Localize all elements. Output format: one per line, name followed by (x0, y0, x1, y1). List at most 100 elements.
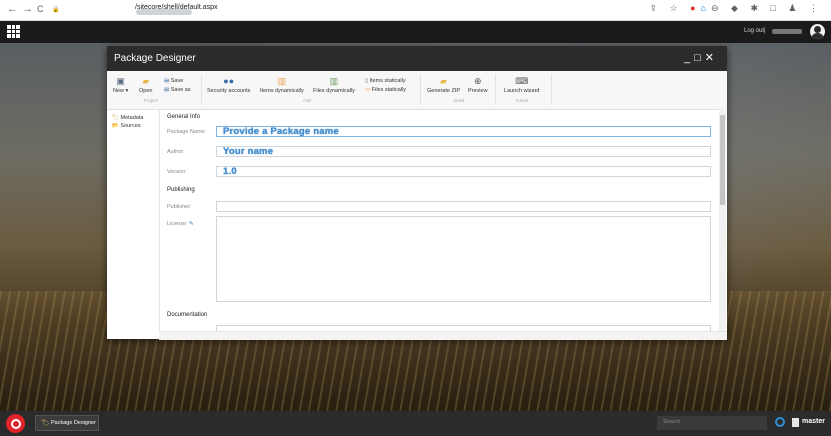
files-static-icon: ▭ (365, 87, 371, 93)
items-statically-label: Items statically (369, 78, 406, 84)
files-statically-label: Files statically (371, 87, 406, 93)
scrollbar-thumb[interactable] (720, 115, 725, 205)
database-label[interactable]: master (802, 418, 825, 425)
left-navigation: 🏷 Metadata 📂 Sources (107, 109, 160, 339)
open-button[interactable]: ▰ Open (139, 76, 152, 94)
security-accounts-label: Security accounts (207, 88, 251, 94)
items-static-icon: ▯ (365, 78, 369, 84)
folder-icon: ▰ (142, 76, 150, 86)
avatar[interactable] (810, 24, 825, 39)
preview-label: Preview (468, 88, 488, 94)
maximize-button[interactable]: □ (694, 52, 705, 64)
files-dynamically-label: Files dynamically (313, 88, 355, 94)
back-icon[interactable]: ← (7, 3, 18, 15)
window-controls: _□✕ (684, 51, 718, 64)
window-title: Package Designer (114, 53, 196, 64)
items-statically-button[interactable]: ▯ Items statically (365, 78, 406, 84)
save-button[interactable]: ▤ Save (164, 78, 183, 84)
form-scrollbar[interactable] (719, 109, 726, 331)
license-label: License: ✎ (167, 221, 194, 227)
taskbar-item-label: Package Designer (51, 420, 96, 426)
folder-icon: 📂 (112, 123, 119, 129)
save-label: Save (170, 78, 184, 84)
generate-zip-label: Generate ZIP (427, 88, 461, 94)
license-textarea[interactable] (216, 216, 711, 302)
license-label-text: License: (167, 221, 188, 227)
forward-icon[interactable]: → (22, 3, 33, 15)
ribbon-separator (551, 75, 552, 105)
package-designer-window: Package Designer _□✕ ▣ New ▾ ▰ Open ▤ Sa… (107, 46, 727, 340)
version-field[interactable]: 1.0 (216, 166, 711, 177)
topbar-separator: | (764, 28, 766, 34)
new-icon: ▣ (116, 76, 125, 86)
taskbar-package-designer[interactable]: 🏷 Package Designer (35, 415, 99, 431)
items-dynamically-button[interactable]: ▥ Items dynamically (260, 76, 304, 94)
metadata-form: General Info Package Name: Provide a Pac… (160, 109, 720, 331)
ribbon: ▣ New ▾ ▰ Open ▤ Save ▤ Save as Project … (107, 71, 727, 110)
launchpad-grid-icon[interactable] (7, 25, 20, 38)
save-as-label: Save as (170, 87, 191, 93)
files-dynamic-icon: ▥ (329, 76, 339, 86)
zip-icon: ▰ (440, 76, 447, 86)
ribbon-separator (495, 75, 496, 105)
files-statically-button[interactable]: ▭ Files statically (365, 87, 406, 93)
new-label: New ▾ (113, 88, 129, 94)
group-project-label: Project (144, 98, 159, 103)
preview-icon: ⊕ (474, 76, 482, 86)
window-titlebar[interactable]: Package Designer _□✕ (107, 46, 727, 71)
sidebar-item-label: Metadata (120, 115, 144, 121)
group-add-label: Add (303, 98, 312, 103)
open-label: Open (139, 88, 153, 94)
sitecore-top-bar: Log out | (0, 21, 831, 43)
publisher-field[interactable] (216, 201, 711, 212)
sidebar-item-metadata[interactable]: 🏷 Metadata (112, 115, 143, 121)
package-designer-icon: 🏷 (41, 420, 50, 427)
save-as-button[interactable]: ▤ Save as (164, 87, 191, 93)
tag-icon: 🏷 (112, 115, 119, 121)
extension-red-icon[interactable]: ● (690, 3, 700, 13)
group-install-label: Install (516, 98, 528, 103)
ribbon-separator (420, 75, 421, 105)
url-path[interactable]: /sitecore/shell/default.aspx (135, 4, 218, 11)
minimize-button[interactable]: _ (684, 52, 694, 64)
author-value: Your name (223, 146, 274, 157)
new-button[interactable]: ▣ New ▾ (113, 76, 128, 94)
sitecore-taskbar: 🏷 Package Designer Search master (0, 411, 831, 436)
publisher-label: Publisher: (167, 204, 192, 210)
browser-toolbar: ← → C 🔒 /sitecore/shell/default.aspx ⇪ ☆… (0, 0, 831, 21)
save-as-icon: ▤ (164, 87, 170, 93)
author-field[interactable]: Your name (216, 146, 711, 157)
package-name-field[interactable]: Provide a Package name (216, 126, 711, 137)
author-label: Author: (167, 149, 185, 155)
database-icon[interactable] (792, 418, 799, 427)
package-name-value: Provide a Package name (223, 126, 339, 137)
search-placeholder: Search (663, 419, 681, 425)
sidebar-item-label: Sources (120, 123, 141, 129)
security-accounts-button[interactable]: ●● Security accounts (207, 76, 250, 94)
sitecore-start-icon[interactable] (6, 414, 25, 433)
ribbon-separator (201, 75, 202, 105)
publishing-heading: Publishing (167, 187, 195, 193)
general-info-heading: General Info (167, 114, 201, 120)
items-dynamically-label: Items dynamically (260, 88, 304, 94)
history-icon[interactable] (775, 417, 785, 427)
package-name-label: Package Name: (167, 129, 207, 135)
browser-extension-icons[interactable]: ⇪ ☆ ●⌂⊖ ◆ ✱ □ ♟ ⋮ (649, 3, 823, 14)
generate-zip-button[interactable]: ▰ Generate ZIP (427, 76, 460, 94)
group-build-label: Build (454, 98, 465, 103)
save-icon: ▤ (164, 78, 170, 84)
reload-icon[interactable]: C (37, 4, 44, 14)
extension-icon[interactable]: ⌂ (701, 3, 711, 13)
edit-icon[interactable]: ✎ (189, 221, 194, 227)
files-dynamically-button[interactable]: ▥ Files dynamically (313, 76, 355, 94)
taskbar-search-input[interactable]: Search (657, 416, 767, 430)
logout-link[interactable]: Log out (744, 28, 764, 34)
launch-wizard-button[interactable]: ⌨ Launch wizard (504, 76, 539, 94)
username-redacted (772, 29, 802, 34)
users-icon: ●● (223, 76, 235, 86)
items-dynamic-icon: ▥ (277, 76, 287, 86)
preview-button[interactable]: ⊕ Preview (468, 76, 488, 94)
close-button[interactable]: ✕ (705, 52, 718, 64)
sidebar-item-sources[interactable]: 📂 Sources (112, 123, 141, 129)
launch-wizard-label: Launch wizard (504, 88, 540, 94)
